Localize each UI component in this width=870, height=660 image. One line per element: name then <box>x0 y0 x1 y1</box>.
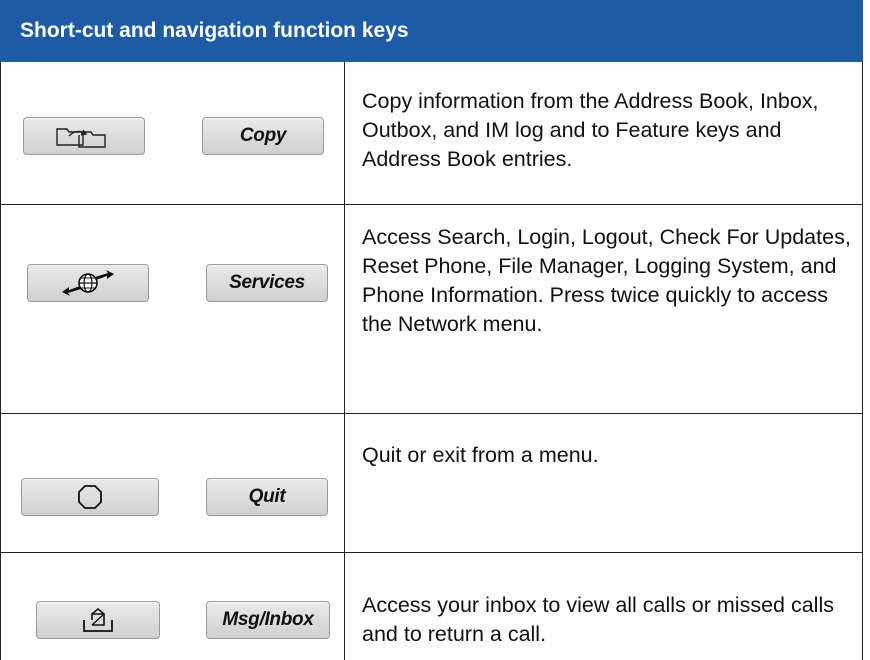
quit-description: Quit or exit from a menu. <box>362 443 599 467</box>
row-separator <box>0 204 863 205</box>
copy-folders-icon <box>56 128 106 148</box>
msg-inbox-description: Access your inbox to view all calls or m… <box>362 593 834 646</box>
inbox-tray-icon <box>83 607 113 632</box>
table-left-border <box>0 62 1 660</box>
msg-inbox-key: Msg/Inbox <box>206 601 330 639</box>
column-divider <box>344 62 345 660</box>
services-key: Services <box>206 264 328 302</box>
inbox-icon-key <box>36 601 160 639</box>
quit-icon-key <box>21 478 159 516</box>
table-right-border <box>862 62 863 660</box>
copy-key: Copy <box>202 117 324 155</box>
quit-key: Quit <box>206 478 328 516</box>
copy-description: Copy information from the Address Book, … <box>362 89 819 171</box>
octagon-stop-icon <box>78 485 102 509</box>
services-description: Access Search, Login, Logout, Check For … <box>362 225 851 336</box>
copy-icon-key <box>23 117 145 155</box>
table-header: Short-cut and navigation function keys <box>0 0 863 62</box>
row-separator <box>0 413 863 414</box>
function-keys-table: Short-cut and navigation function keys C… <box>0 0 863 660</box>
globe-arrows-icon <box>62 270 114 296</box>
row-separator <box>0 552 863 553</box>
services-icon-key <box>27 264 149 302</box>
